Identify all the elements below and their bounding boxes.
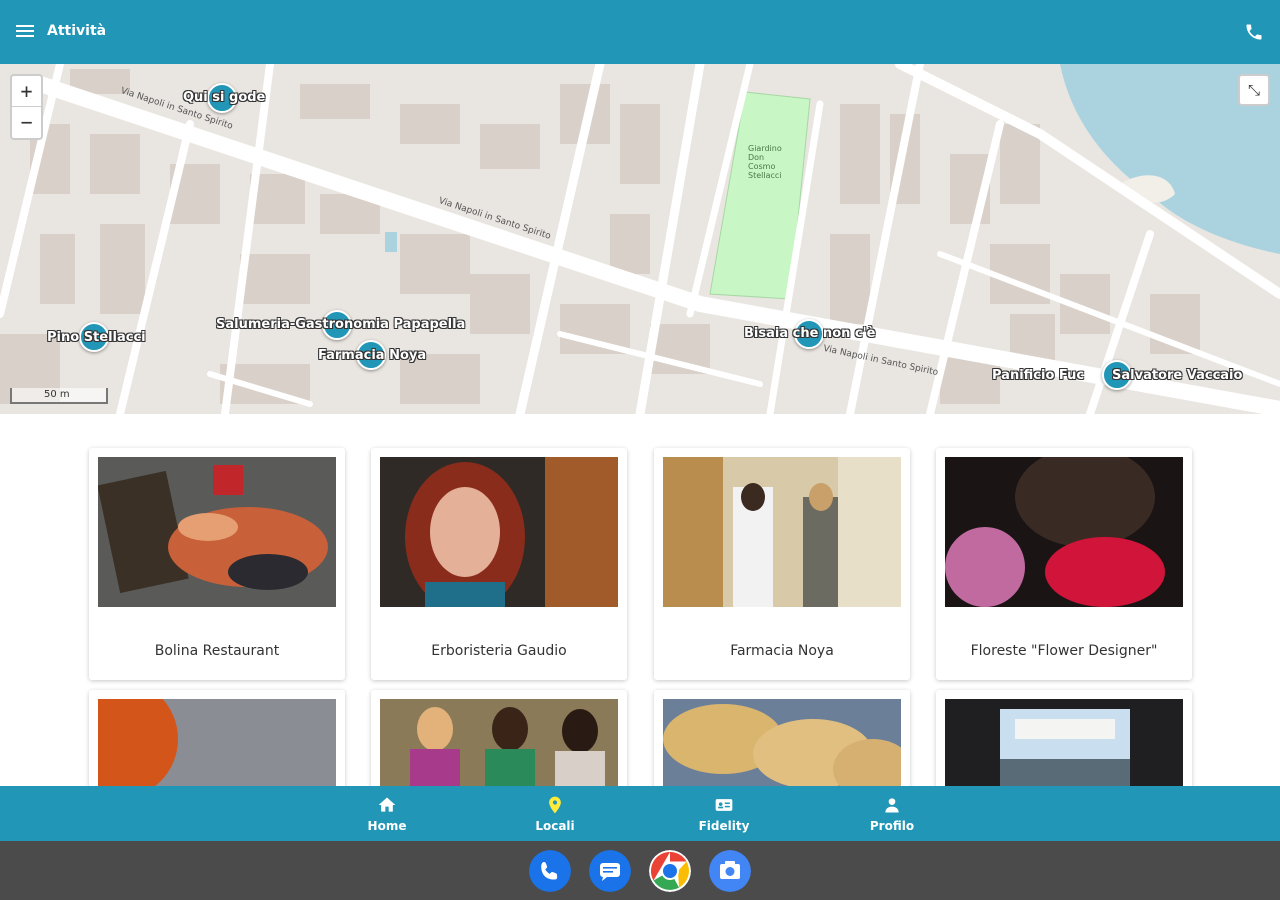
business-card[interactable]: Erboristeria Gaudio	[371, 448, 627, 680]
marker-label: Pino Stellacci	[47, 330, 146, 345]
business-card[interactable]	[936, 690, 1192, 786]
app-bar: Attività	[0, 0, 1280, 64]
business-photo	[380, 457, 618, 607]
home-icon	[378, 797, 396, 812]
nav-home[interactable]: Home	[327, 786, 447, 841]
business-card[interactable]	[654, 690, 910, 786]
phone-icon[interactable]	[1244, 22, 1264, 42]
business-card[interactable]	[89, 690, 345, 786]
business-photo	[945, 699, 1183, 786]
business-photo	[98, 457, 336, 607]
business-card[interactable]: Farmacia Noya	[654, 448, 910, 680]
nav-profilo[interactable]: Profilo	[832, 786, 952, 841]
nav-locali[interactable]: Locali	[495, 786, 615, 841]
exit-fullscreen-icon[interactable]: ⤡	[1238, 74, 1270, 106]
id-card-icon	[715, 799, 733, 811]
business-photo	[945, 457, 1183, 607]
nav-fidelity[interactable]: Fidelity	[664, 786, 784, 841]
marker-label: Qui si gode	[183, 90, 266, 105]
nav-label: Locali	[535, 819, 575, 833]
zoom-out-button[interactable]: −	[12, 107, 41, 138]
person-icon	[885, 798, 899, 813]
business-grid: Bolina Restaurant Erboristeria Gaudio Fa…	[0, 414, 1280, 786]
map-scale: 50 m	[10, 388, 108, 404]
business-photo	[380, 699, 618, 786]
zoom-in-button[interactable]: +	[12, 76, 41, 107]
phone-app-icon[interactable]	[529, 850, 571, 892]
marker-label: Panificio Fuc	[992, 368, 1085, 383]
bottom-navigation: Home Locali Fidelity Profilo	[0, 786, 1280, 841]
park-label: Giardino Don Cosmo Stellacci	[748, 144, 782, 180]
nav-label: Fidelity	[698, 819, 750, 833]
marker-label: Salumeria-Gastronomia Papapella	[216, 317, 466, 332]
business-photo	[98, 699, 336, 786]
messages-app-icon[interactable]	[589, 850, 631, 892]
business-photo	[663, 699, 901, 786]
location-pin-icon	[549, 796, 561, 814]
business-name: Floreste "Flower Designer"	[970, 643, 1158, 659]
business-card[interactable]	[371, 690, 627, 786]
page-title: Attività	[47, 23, 107, 39]
business-card[interactable]: Bolina Restaurant	[89, 448, 345, 680]
marker-label: Bisaia che non c'è	[744, 326, 876, 341]
zoom-control: + −	[10, 74, 43, 140]
marker-label: Farmacia Noya	[318, 348, 427, 363]
nav-label: Profilo	[869, 819, 915, 833]
nav-label: Home	[367, 819, 407, 833]
marker-label: Salvatore Vaccaio	[1112, 368, 1243, 383]
map-view[interactable]: Via Napoli in Santo Spirito Via Napoli i…	[0, 64, 1280, 414]
system-dock	[0, 841, 1280, 900]
camera-app-icon[interactable]	[709, 850, 751, 892]
business-photo	[663, 457, 901, 607]
chrome-app-icon[interactable]	[649, 850, 691, 892]
menu-icon[interactable]	[16, 22, 34, 40]
business-name: Farmacia Noya	[730, 643, 834, 659]
business-name: Erboristeria Gaudio	[431, 643, 567, 659]
business-card[interactable]: Floreste "Flower Designer"	[936, 448, 1192, 680]
business-name: Bolina Restaurant	[154, 643, 280, 659]
